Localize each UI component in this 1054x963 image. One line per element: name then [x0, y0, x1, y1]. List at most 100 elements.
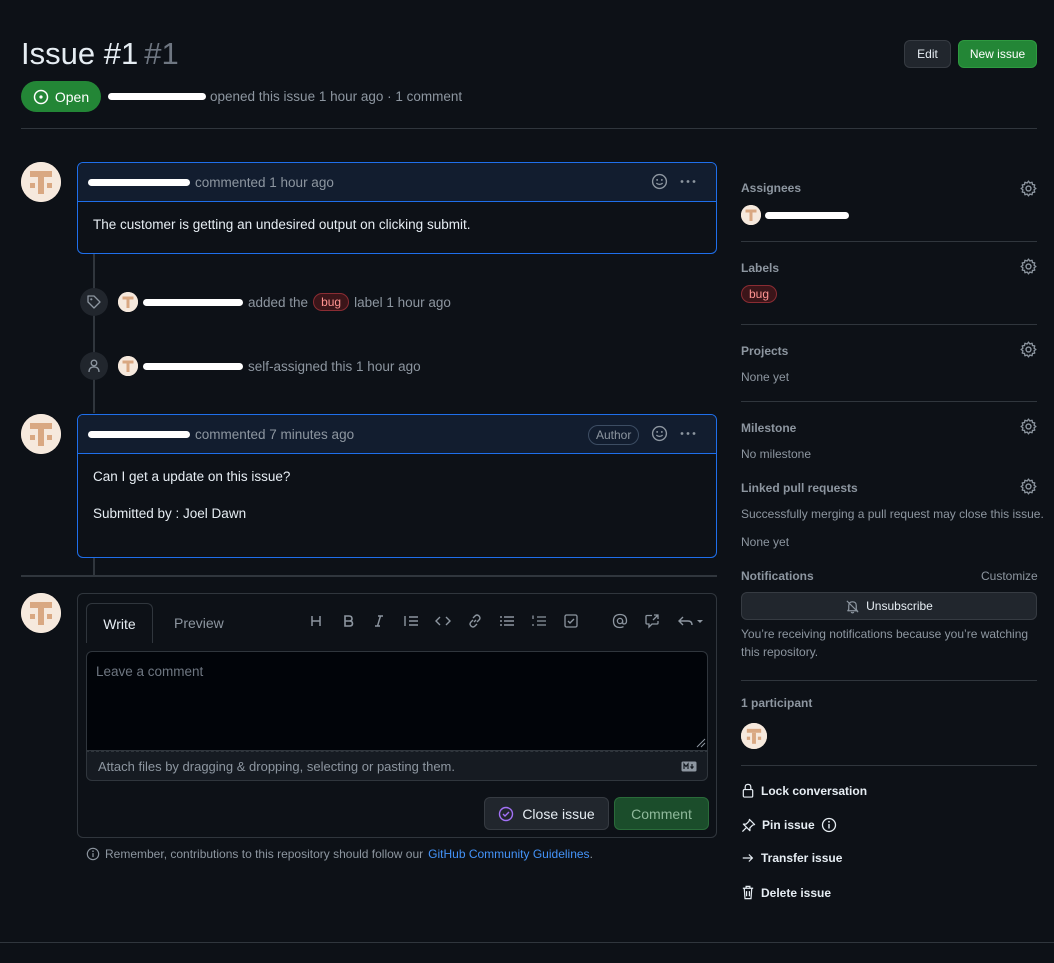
- projects-heading[interactable]: Projects: [741, 344, 788, 358]
- trash-icon: [742, 885, 754, 900]
- comment-body: Can I get a update on this issue? Submit…: [78, 454, 716, 538]
- event-text: self-assigned this 1 hour ago: [248, 358, 421, 374]
- comment-body: The customer is getting an undesired out…: [93, 217, 471, 232]
- lock-icon: [742, 783, 754, 798]
- timeline-divider: [21, 575, 717, 577]
- saved-replies-icon[interactable]: [676, 611, 706, 631]
- community-guidelines-link[interactable]: GitHub Community Guidelines: [428, 847, 589, 861]
- ordered-list-icon[interactable]: [529, 611, 549, 631]
- gear-icon[interactable]: [1020, 258, 1037, 275]
- markdown-icon: [681, 761, 697, 772]
- info-icon[interactable]: [821, 817, 837, 833]
- arrow-right-icon: [742, 854, 754, 862]
- status-badge: Open: [21, 81, 101, 112]
- unsubscribe-button[interactable]: Unsubscribe: [741, 592, 1037, 620]
- comment-button[interactable]: Comment: [614, 797, 709, 830]
- heading-icon[interactable]: [306, 611, 326, 631]
- bold-icon[interactable]: [338, 611, 358, 631]
- lock-label: Lock conversation: [761, 783, 868, 798]
- event-text: added the: [248, 294, 309, 310]
- delete-issue-button[interactable]: Delete issue: [741, 885, 831, 900]
- sidebar-divider: [741, 680, 1037, 681]
- transfer-label: Transfer issue: [761, 851, 843, 865]
- issue-closed-icon: [499, 806, 514, 821]
- close-issue-button[interactable]: Close issue: [484, 797, 609, 830]
- linked-pr-heading[interactable]: Linked pull requests: [741, 481, 858, 495]
- smiley-icon[interactable]: [651, 425, 668, 445]
- redacted-username: [88, 178, 190, 186]
- timeline-event-assign: self-assigned this 1 hour ago: [118, 356, 421, 376]
- resize-handle-icon[interactable]: [694, 736, 706, 748]
- smiley-icon[interactable]: [651, 173, 668, 193]
- unordered-list-icon[interactable]: [497, 611, 517, 631]
- pin-issue-button[interactable]: Pin issue: [741, 817, 837, 833]
- redacted-username: [143, 298, 243, 306]
- sidebar-divider: [741, 765, 1037, 766]
- comment-box: commented 1 hour ago The customer is get…: [77, 162, 717, 254]
- comment-meta: commented 7 minutes ago: [195, 426, 355, 442]
- labels-heading[interactable]: Labels: [741, 261, 779, 275]
- event-text: label 1 hour ago: [354, 294, 451, 310]
- comment-line: Submitted by : Joel Dawn: [93, 505, 247, 521]
- bug-label[interactable]: bug: [741, 285, 778, 303]
- linked-pr-description: Successfully merging a pull request may …: [741, 507, 1044, 521]
- guidelines-note: Remember, contributions to this reposito…: [86, 847, 593, 861]
- issue-number: #1: [144, 36, 179, 71]
- transfer-issue-button[interactable]: Transfer issue: [741, 851, 842, 865]
- avatar[interactable]: [21, 414, 61, 454]
- footer-divider: [0, 942, 1054, 943]
- assignees-heading[interactable]: Assignees: [741, 181, 801, 195]
- notifications-heading: Notifications: [741, 569, 814, 583]
- attach-files-bar[interactable]: Attach files by dragging & dropping, sel…: [86, 751, 708, 781]
- redacted-username: [765, 211, 849, 219]
- pin-label: Pin issue: [762, 818, 815, 832]
- avatar[interactable]: [21, 593, 61, 633]
- person-icon: [80, 352, 108, 380]
- mention-icon[interactable]: [610, 611, 630, 631]
- avatar[interactable]: [21, 162, 61, 202]
- cross-reference-icon[interactable]: [642, 611, 662, 631]
- redacted-username: [108, 93, 206, 100]
- comment-textarea[interactable]: Leave a comment: [86, 651, 708, 751]
- edit-button[interactable]: Edit: [904, 40, 951, 68]
- bug-label[interactable]: bug: [313, 293, 350, 311]
- redacted-username: [143, 362, 243, 370]
- comment-line: Can I get a update on this issue?: [93, 469, 291, 484]
- participant-avatar[interactable]: [741, 723, 767, 749]
- avatar: [741, 205, 761, 225]
- customize-link[interactable]: Customize: [981, 569, 1038, 583]
- quote-icon[interactable]: [401, 611, 421, 631]
- comment-header: commented 7 minutes ago Author: [78, 415, 716, 454]
- gear-icon[interactable]: [1020, 341, 1037, 358]
- comment-meta: commented 1 hour ago: [195, 174, 334, 190]
- gear-icon[interactable]: [1020, 180, 1037, 197]
- task-list-icon[interactable]: [561, 611, 581, 631]
- kebab-icon[interactable]: [679, 173, 697, 193]
- redacted-username: [88, 430, 190, 438]
- gear-icon[interactable]: [1020, 418, 1037, 435]
- milestone-value: No milestone: [741, 447, 812, 461]
- milestone-heading[interactable]: Milestone: [741, 421, 796, 435]
- assignee-item[interactable]: [741, 205, 849, 225]
- gear-icon[interactable]: [1020, 478, 1037, 495]
- tag-icon: [80, 288, 108, 316]
- tab-write[interactable]: Write: [86, 603, 153, 643]
- lock-conversation-button[interactable]: Lock conversation: [741, 783, 867, 798]
- new-issue-button[interactable]: New issue: [958, 40, 1037, 68]
- link-icon[interactable]: [465, 611, 485, 631]
- italic-icon[interactable]: [369, 611, 389, 631]
- timeline-line: [93, 557, 95, 577]
- sidebar-divider: [741, 324, 1037, 325]
- tab-preview[interactable]: Preview: [174, 615, 224, 631]
- issue-open-icon: [33, 89, 49, 104]
- bell-slash-icon: [846, 599, 859, 613]
- kebab-icon[interactable]: [679, 425, 697, 445]
- close-issue-label: Close issue: [522, 805, 595, 822]
- avatar[interactable]: [118, 356, 138, 376]
- comment-box: commented 7 minutes ago Author Can I get…: [77, 414, 717, 558]
- timeline-event-label: added the bug label 1 hour ago: [118, 292, 451, 312]
- code-icon[interactable]: [433, 611, 453, 631]
- sidebar-divider: [741, 241, 1037, 242]
- notification-reason: this repository.: [741, 645, 819, 659]
- avatar[interactable]: [118, 292, 138, 312]
